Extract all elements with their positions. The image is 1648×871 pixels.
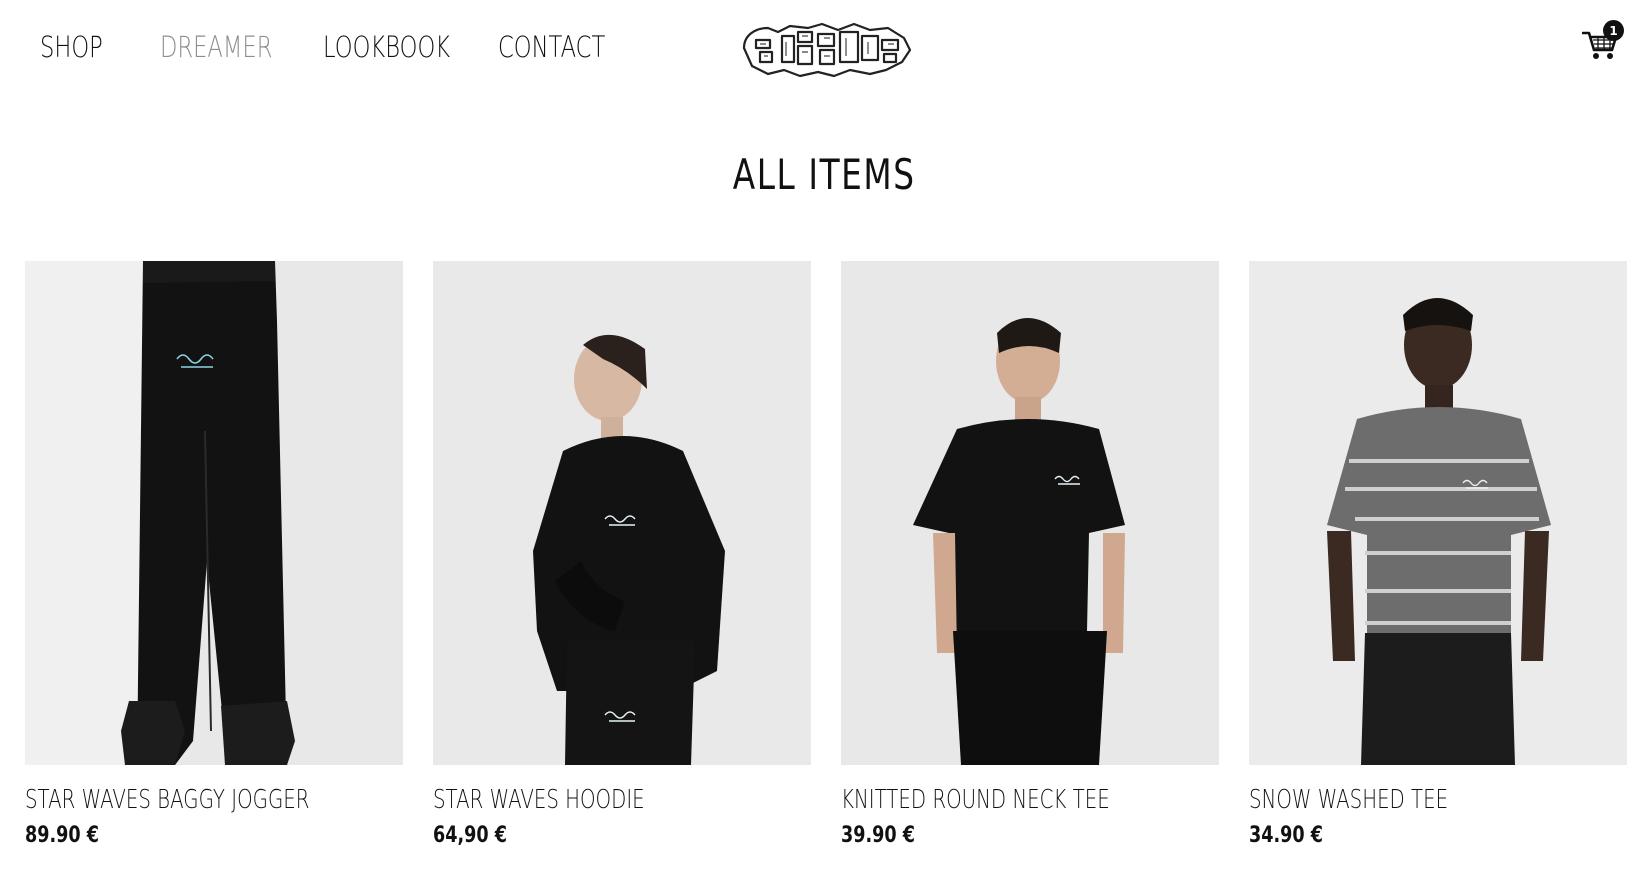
brand-logo[interactable] — [738, 18, 916, 82]
product-card[interactable]: STAR WAVES BAGGY JOGGER 89.90 € — [25, 261, 403, 848]
product-name[interactable]: STAR WAVES HOODIE — [433, 785, 720, 819]
product-name[interactable]: SNOW WASHED TEE — [1249, 785, 1536, 819]
jogger-photo — [25, 261, 403, 765]
product-grid: STAR WAVES BAGGY JOGGER 89.90 € STAR WAV… — [25, 261, 1629, 861]
product-card[interactable]: KNITTED ROUND NECK TEE 39.90 € — [841, 261, 1219, 848]
product-name[interactable]: KNITTED ROUND NECK TEE — [841, 785, 1128, 819]
site-header: SHOP DREAMER LOOKBOOK CONTACT 1 — [0, 0, 1648, 100]
page-title-text: ALL ITEMS — [732, 150, 916, 199]
product-price: 64,90 € — [433, 823, 508, 848]
product-image[interactable] — [433, 261, 811, 765]
product-price: 39.90 € — [841, 823, 916, 848]
nav-contact[interactable]: CONTACT — [498, 30, 605, 64]
cart-count-badge: 1 — [1603, 20, 1624, 41]
nav-dreamer[interactable]: DREAMER — [160, 30, 272, 64]
product-card[interactable]: STAR WAVES HOODIE 64,90 € — [433, 261, 811, 848]
dreamer-logo-icon — [742, 22, 912, 78]
page-title: ALL ITEMS — [0, 150, 1648, 199]
product-image[interactable] — [25, 261, 403, 765]
product-name[interactable]: STAR WAVES BAGGY JOGGER — [25, 785, 312, 819]
tee-striped-photo — [1249, 261, 1627, 765]
product-price: 89.90 € — [25, 823, 100, 848]
product-image[interactable] — [1249, 261, 1627, 765]
nav-lookbook[interactable]: LOOKBOOK — [323, 30, 450, 64]
product-image[interactable] — [841, 261, 1219, 765]
product-price: 34.90 € — [1249, 823, 1324, 848]
nav-shop[interactable]: SHOP — [40, 30, 103, 64]
hoodie-photo — [433, 261, 811, 765]
tee-black-photo — [841, 261, 1219, 765]
main-nav: SHOP DREAMER LOOKBOOK CONTACT — [40, 30, 636, 64]
product-card[interactable]: SNOW WASHED TEE 34.90 € — [1249, 261, 1627, 848]
